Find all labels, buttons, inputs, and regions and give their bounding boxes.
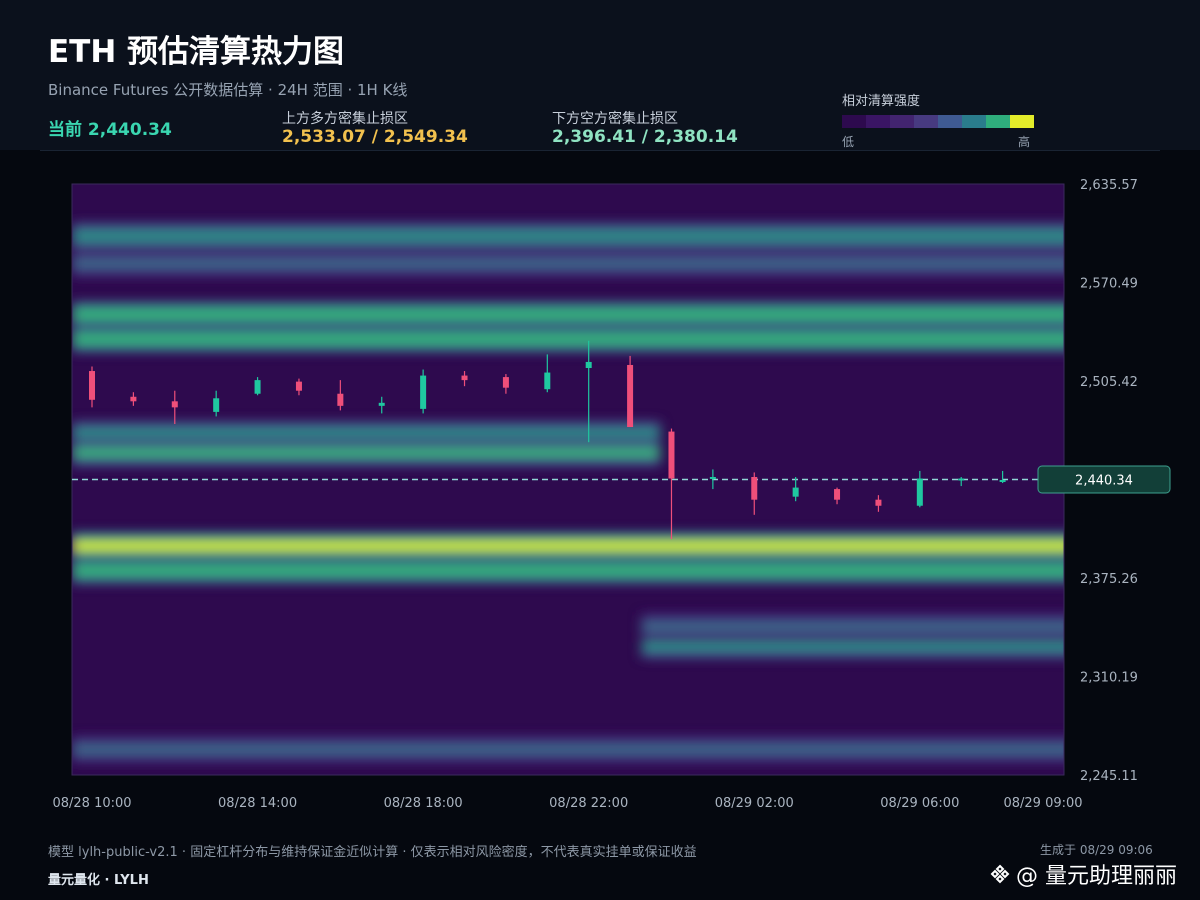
heat-band <box>72 447 661 458</box>
candle-body <box>420 375 427 409</box>
candle-body <box>337 393 344 406</box>
candle-body <box>999 480 1006 483</box>
footer-brand: 量元量化 · LYLH <box>48 873 149 888</box>
y-tick-label: 2,310.19 <box>1080 670 1138 685</box>
candle-body <box>89 371 95 400</box>
candle-body <box>213 398 220 412</box>
watermark-text: @ 量元助理丽丽 <box>1016 864 1177 889</box>
candle-body <box>544 372 551 390</box>
heat-band <box>641 621 1064 632</box>
heat-band <box>72 231 1064 242</box>
x-tick-label: 08/29 02:00 <box>715 796 794 811</box>
candle-body <box>627 364 634 428</box>
footer-note: 模型 lylh-public-v2.1 · 固定杠杆分布与维持保证金近似计算 ·… <box>48 845 697 860</box>
candle-body <box>792 487 799 497</box>
heat-band <box>72 334 1064 345</box>
candle-body <box>875 499 882 506</box>
liquidation-heatmap-chart: 2,635.57 2,570.49 2,505.42 2,375.26 2,310.19… <box>52 178 1171 811</box>
candle-body <box>668 431 675 479</box>
candle-body <box>709 476 716 479</box>
y-tick-label: 2,245.11 <box>1080 769 1138 784</box>
heat-band <box>72 744 1064 755</box>
watermark: @ 量元助理丽丽 <box>990 858 1177 890</box>
x-tick-label: 08/28 10:00 <box>52 796 131 811</box>
x-tick-label: 08/29 09:00 <box>1003 796 1082 811</box>
x-tick-label: 08/28 22:00 <box>549 796 628 811</box>
candle-body <box>378 402 385 406</box>
generated-time: 生成于 08/29 09:06 <box>1040 843 1153 857</box>
candle-body <box>751 476 758 500</box>
y-tick-label: 2,375.26 <box>1080 572 1138 587</box>
y-tick-label: 2,505.42 <box>1080 375 1138 390</box>
candle-body <box>461 375 468 381</box>
x-tick-label: 08/28 18:00 <box>384 796 463 811</box>
candle-body <box>130 396 137 402</box>
x-tick-label: 08/28 14:00 <box>218 796 297 811</box>
y-tick-label: 2,570.49 <box>1080 277 1138 292</box>
y-tick-label: 2,635.57 <box>1080 178 1138 193</box>
candle-body <box>958 478 965 481</box>
candle-body <box>502 377 509 388</box>
binance-logo-icon <box>990 864 1010 884</box>
heat-band <box>72 540 1064 551</box>
heat-band <box>72 258 1064 269</box>
candle-body <box>295 381 302 391</box>
current-price-badge-text: 2,440.34 <box>1075 474 1133 489</box>
candle-body <box>171 401 178 408</box>
current-price-badge: 2,440.34 <box>1037 465 1171 494</box>
heat-band <box>72 565 1064 576</box>
heat-band <box>72 309 1064 320</box>
candle-body <box>834 489 841 500</box>
x-tick-label: 08/29 06:00 <box>880 796 959 811</box>
candle-body <box>916 478 923 506</box>
candle-body <box>254 380 261 394</box>
candle-body <box>585 361 592 369</box>
